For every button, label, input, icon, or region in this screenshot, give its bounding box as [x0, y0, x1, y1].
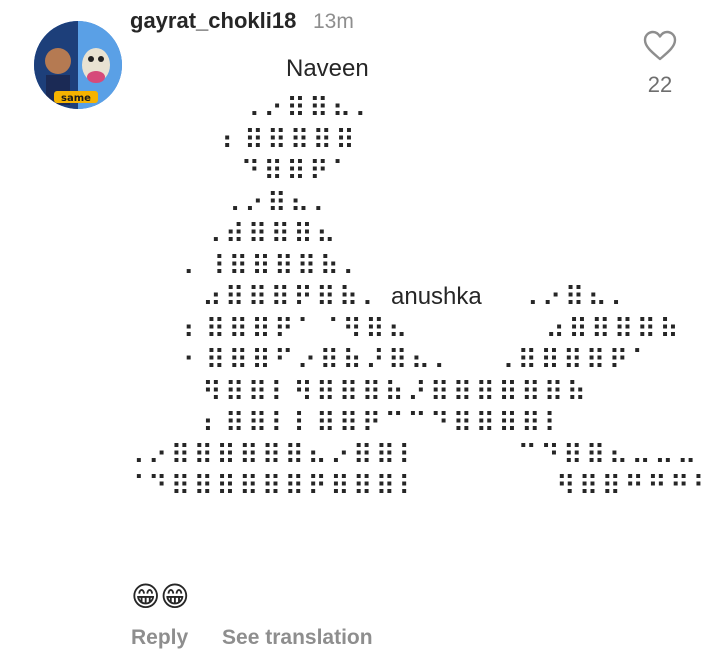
svg-text:same: same: [61, 93, 91, 104]
art-label-naveen: Naveen: [286, 55, 369, 82]
comment-actions: Reply See translation: [131, 626, 373, 650]
comment-timestamp: 13m: [313, 10, 354, 33]
comment-username[interactable]: gayrat_chokli18: [130, 8, 296, 34]
avatar-image: same: [34, 21, 122, 109]
heart-icon: [643, 30, 677, 61]
braille-art: ⠠⠔⠿⠿⠦⠄ ⠆⠿⠿⠿⠿⠿ ⠙⠿⠿⠟⠁ ⠠⠔⠿⠦⠄ ⠠⠾⠿⠿⠿⠦ ⠄⠸⠿⠿⠿⠿⠷…: [125, 93, 716, 502]
see-translation-button[interactable]: See translation: [222, 626, 373, 649]
like-button[interactable]: [643, 30, 677, 62]
avatar[interactable]: same: [34, 21, 122, 109]
grinning-emoji: 😁😁: [131, 580, 190, 613]
reply-button[interactable]: Reply: [131, 626, 188, 649]
